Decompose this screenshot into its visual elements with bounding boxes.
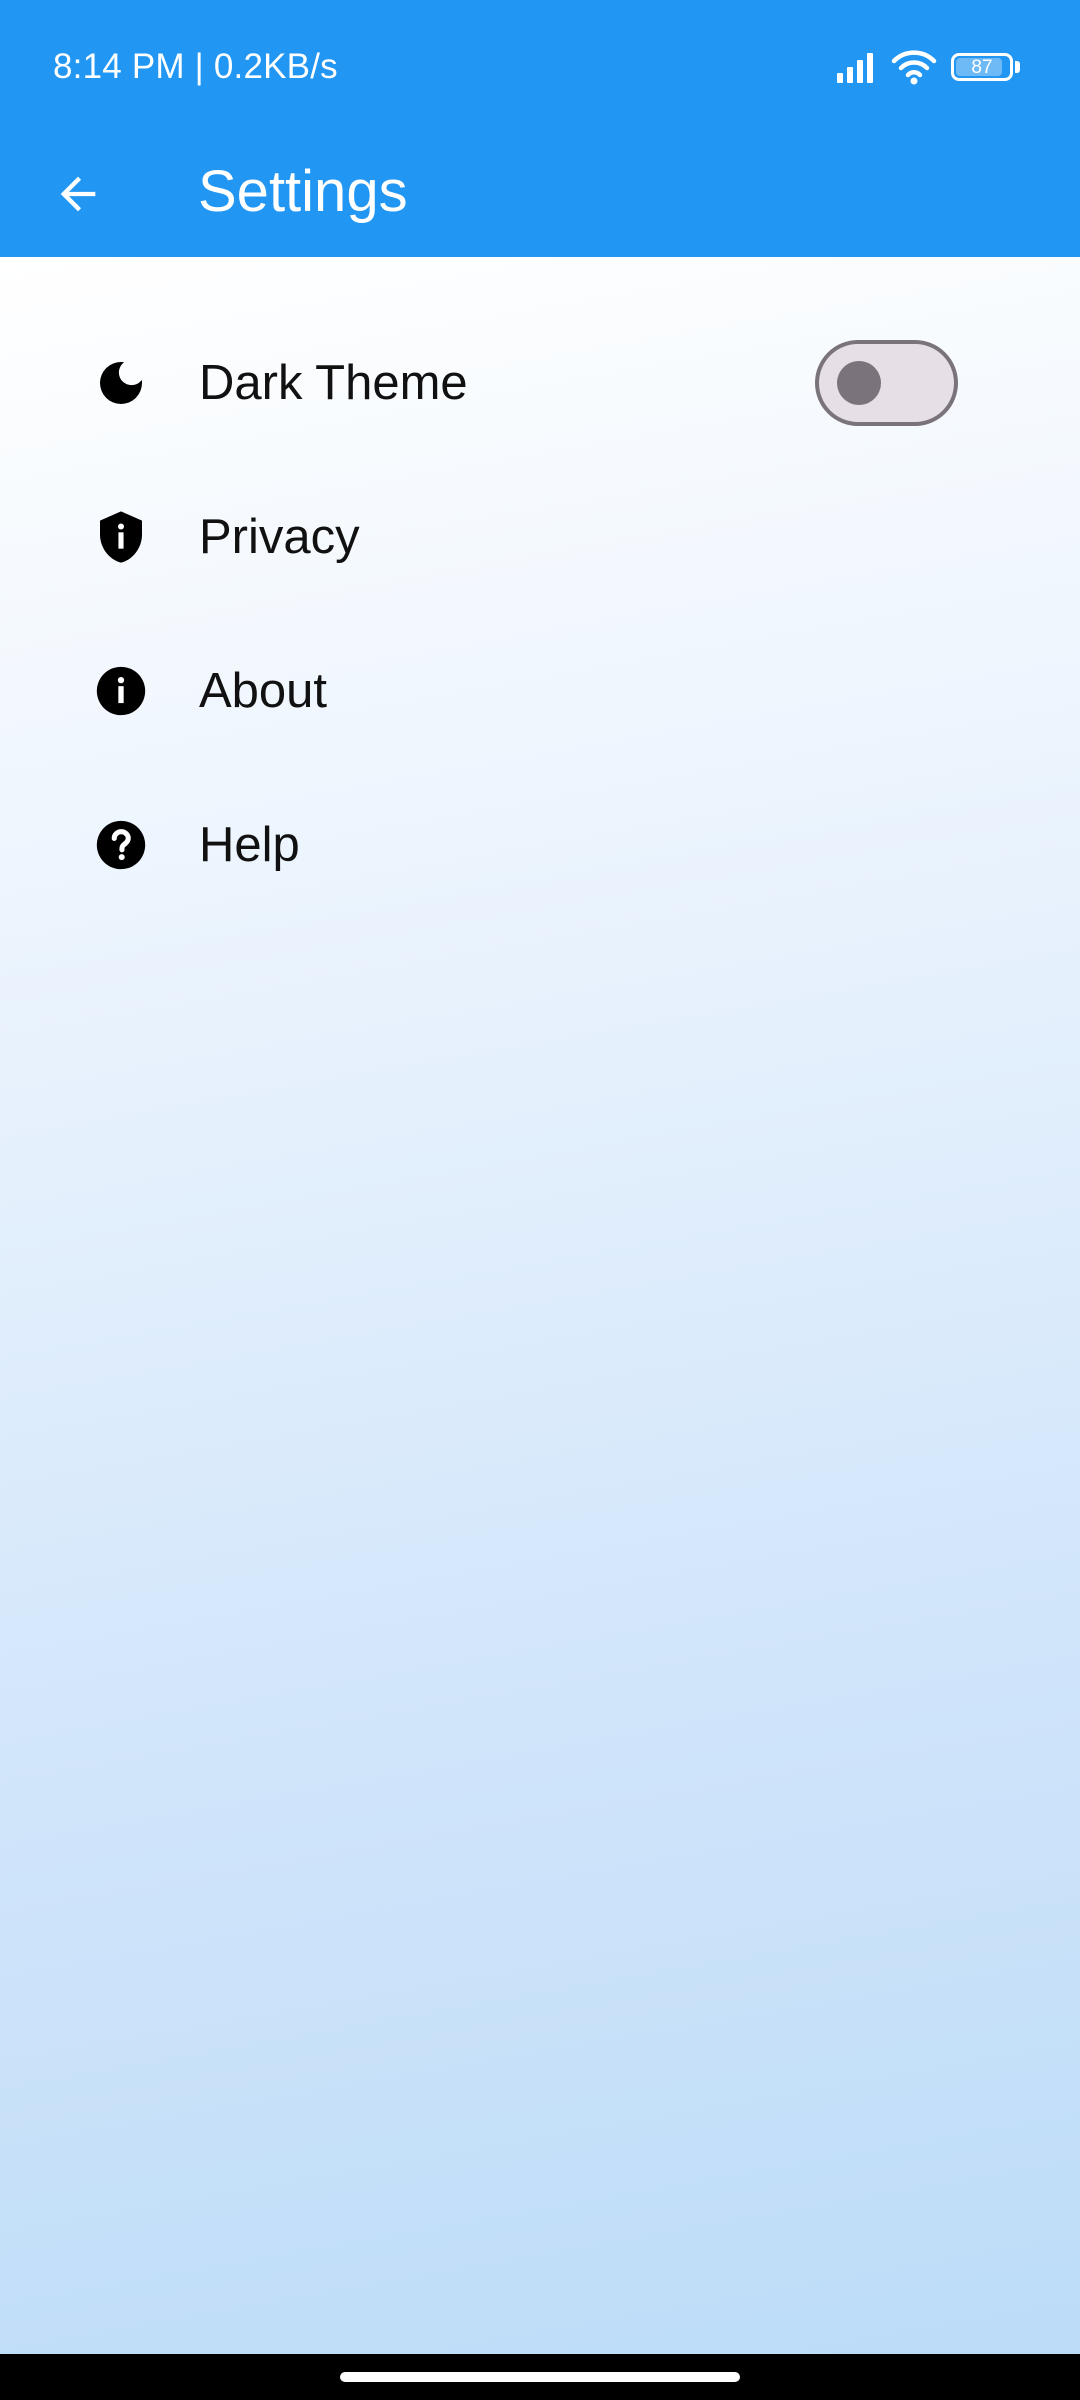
status-time: 8:14 PM | 0.2KB/s xyxy=(53,47,338,86)
page-title: Settings xyxy=(198,159,408,224)
settings-item-label: Privacy xyxy=(199,510,360,564)
toolbar: Settings xyxy=(0,135,1080,257)
settings-item-about[interactable]: About xyxy=(0,614,1080,768)
back-button[interactable] xyxy=(38,154,118,234)
settings-item-dark-theme[interactable]: Dark Theme xyxy=(0,306,1080,460)
settings-item-label: About xyxy=(199,664,328,718)
moon-icon xyxy=(91,353,151,413)
navigation-bar xyxy=(0,2354,1080,2400)
settings-item-help[interactable]: Help xyxy=(0,768,1080,922)
status-icons: 87 xyxy=(837,46,1020,88)
settings-item-label: Help xyxy=(199,818,300,872)
battery-icon: 87 xyxy=(951,53,1020,81)
dark-theme-toggle[interactable] xyxy=(815,340,958,426)
help-icon xyxy=(91,815,151,875)
settings-content: Dark Theme Privacy About Help xyxy=(0,257,1080,2354)
settings-item-privacy[interactable]: Privacy xyxy=(0,460,1080,614)
wifi-icon xyxy=(891,49,937,85)
home-indicator[interactable] xyxy=(340,2372,740,2382)
settings-item-label: Dark Theme xyxy=(199,356,468,410)
status-bar: 8:14 PM | 0.2KB/s 87 xyxy=(0,0,1080,135)
shield-info-icon xyxy=(91,507,151,567)
info-icon xyxy=(91,661,151,721)
arrow-back-icon xyxy=(60,176,96,212)
battery-level: 87 xyxy=(971,56,993,78)
signal-icon xyxy=(837,51,877,83)
app-bar: 8:14 PM | 0.2KB/s 87 Settings xyxy=(0,0,1080,257)
toggle-thumb xyxy=(837,361,881,405)
